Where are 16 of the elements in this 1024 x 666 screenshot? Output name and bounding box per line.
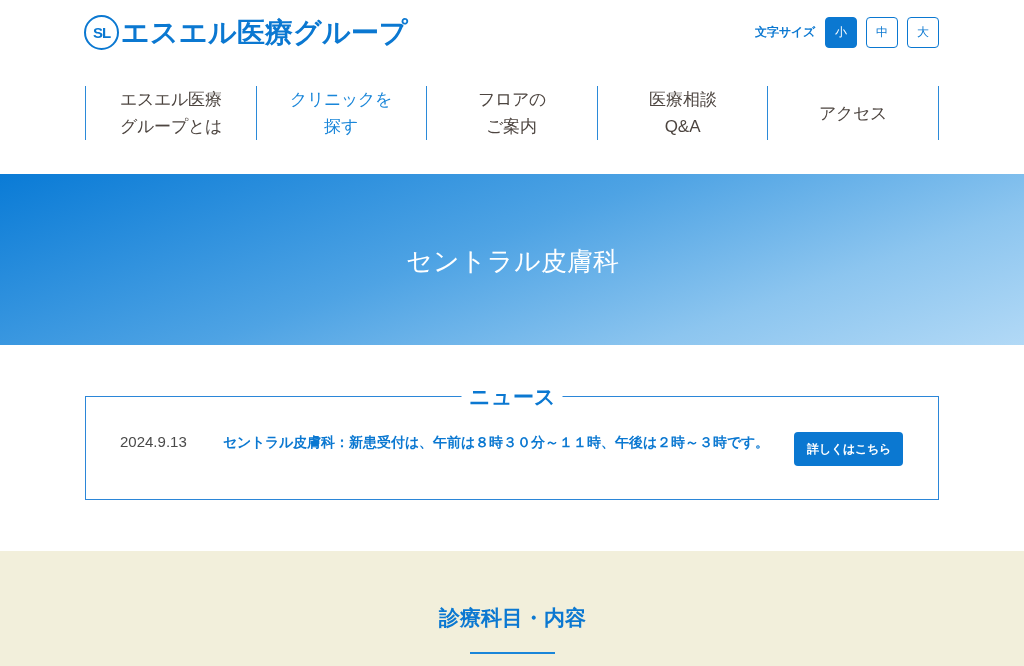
nav-link[interactable]: フロアのご案内 [460, 86, 564, 140]
font-size-label: 文字サイズ [755, 24, 815, 41]
font-size-button[interactable]: 小 [825, 17, 857, 48]
details-button[interactable]: 詳しくはこちら [794, 432, 903, 466]
font-size-button[interactable]: 大 [907, 17, 939, 48]
nav-link[interactable]: アクセス [819, 99, 888, 127]
nav-link[interactable]: クリニックを探す [289, 86, 393, 140]
logo-text[interactable]: エスエル医療グループ [121, 16, 408, 49]
page-title: セントラル皮膚科 [405, 244, 619, 278]
section-heading: 診療科目・内容 [438, 605, 586, 631]
nav-link[interactable]: エスエル医療グループとは [119, 86, 223, 140]
news-date: 2024.9.13 [120, 432, 188, 452]
news-text: セントラル皮膚科：新患受付は、午前は８時３０分～１１時、午後は２時～３時です。 [223, 434, 770, 452]
logo-mark[interactable]: SL [84, 15, 119, 50]
font-size-button[interactable]: 中 [866, 17, 898, 48]
nav-link[interactable]: 医療相談Q&A [631, 86, 734, 140]
